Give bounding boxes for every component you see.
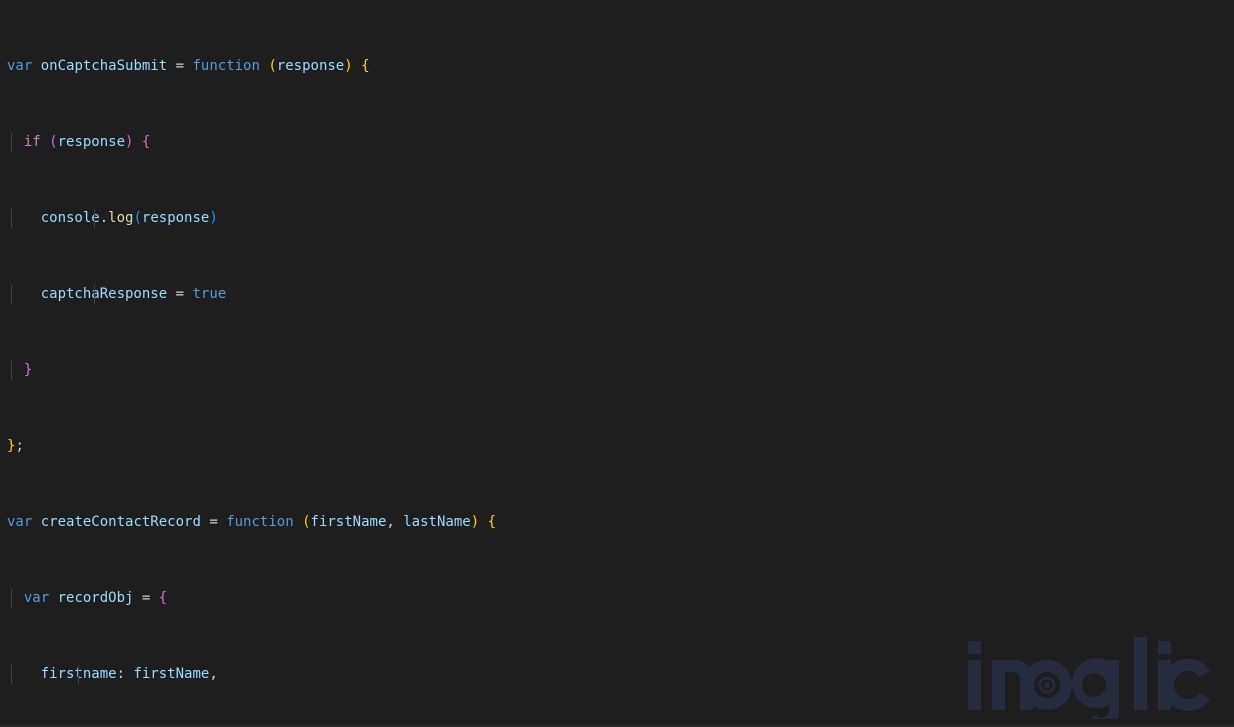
code-editor[interactable]: var onCaptchaSubmit = function (response… [0, 0, 1234, 727]
code-line[interactable]: } [0, 361, 1234, 380]
code-line[interactable]: var createContactRecord = function (firs… [0, 513, 1234, 532]
code-line[interactable]: var onCaptchaSubmit = function (response… [0, 57, 1234, 76]
code-line[interactable]: firstname: firstName, [0, 665, 1234, 684]
code-line[interactable]: if (response) { [0, 133, 1234, 152]
code-content[interactable]: var onCaptchaSubmit = function (response… [0, 0, 1234, 727]
code-line[interactable]: }; [0, 437, 1234, 456]
code-line[interactable]: var recordObj = { [0, 589, 1234, 608]
code-line[interactable]: captchaResponse = true [0, 285, 1234, 304]
code-line[interactable]: console.log(response) [0, 209, 1234, 228]
